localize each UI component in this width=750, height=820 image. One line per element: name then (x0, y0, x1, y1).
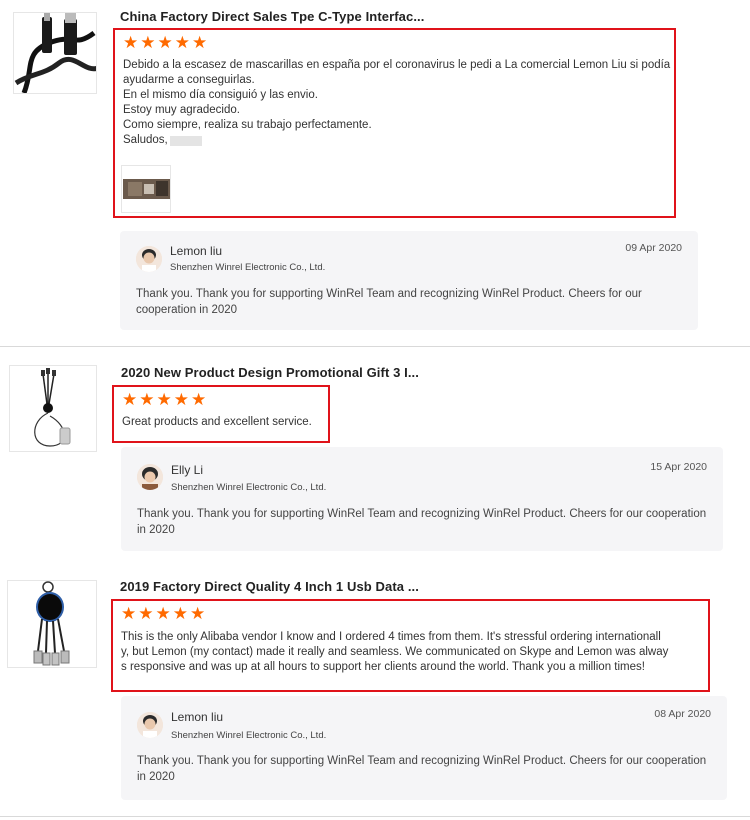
review-content-box: ★ ★ ★ ★ ★ Debido a la escasez de mascari… (113, 28, 676, 218)
avatar (136, 246, 162, 272)
review-photo-image (122, 166, 170, 212)
review-divider (0, 816, 750, 817)
cable-keychain-image (8, 581, 96, 667)
reply-company: Shenzhen Winrel Electronic Co., Ltd. (171, 730, 327, 741)
seller-reply: Lemon liu Shenzhen Winrel Electronic Co.… (120, 231, 698, 330)
reply-author-name: Elly Li (171, 463, 204, 477)
review-text: Debido a la escasez de mascarillas en es… (123, 58, 670, 148)
star-icon: ★ (173, 390, 189, 410)
star-icon: ★ (121, 604, 137, 624)
star-icon: ★ (172, 604, 188, 624)
reply-author-name: Lemon liu (170, 244, 223, 258)
reply-message: Thank you. Thank you for supporting WinR… (137, 755, 707, 783)
redacted-name (169, 135, 202, 146)
cable-keychain-image (10, 366, 96, 451)
product-thumbnail[interactable] (9, 365, 97, 452)
avatar (137, 712, 163, 738)
star-icon: ★ (122, 390, 138, 410)
reply-company: Shenzhen Winrel Electronic Co., Ltd. (171, 482, 327, 493)
product-thumbnail[interactable] (7, 580, 97, 668)
reply-company: Shenzhen Winrel Electronic Co., Ltd. (170, 262, 326, 273)
review-text-line: En el mismo día consiguió y las envio. (123, 89, 318, 101)
seller-reply: Lemon liu Shenzhen Winrel Electronic Co.… (121, 696, 727, 800)
star-icon: ★ (123, 33, 139, 53)
rating-stars: ★ ★ ★ ★ ★ (122, 392, 206, 409)
star-icon: ★ (155, 604, 171, 624)
reply-message: Thank you. Thank you for supporting WinR… (136, 288, 642, 316)
review-text-line: This is the only Alibaba vendor I know a… (121, 631, 661, 643)
review-text: This is the only Alibaba vendor I know a… (121, 630, 668, 675)
review-text-line: Debido a la escasez de mascarillas en es… (123, 59, 671, 71)
avatar (137, 464, 163, 490)
star-icon: ★ (140, 33, 156, 53)
review-text: Great products and excellent service. (122, 415, 312, 430)
product-title[interactable]: 2020 New Product Design Promotional Gift… (121, 365, 419, 380)
review-content-box: ★ ★ ★ ★ ★ Great products and excellent s… (112, 385, 330, 443)
star-icon: ★ (156, 390, 172, 410)
rating-stars: ★ ★ ★ ★ ★ (123, 35, 207, 52)
usb-cable-image (14, 13, 96, 93)
review-text-line: ayudarme a conseguirlas. (123, 74, 255, 86)
review-card: 2019 Factory Direct Quality 4 Inch 1 Usb… (0, 564, 750, 820)
review-text-line: Great products and excellent service. (122, 416, 312, 428)
seller-reply: Elly Li Shenzhen Winrel Electronic Co., … (121, 447, 723, 551)
reply-date: 08 Apr 2020 (654, 708, 711, 720)
review-photo[interactable] (121, 165, 171, 213)
product-thumbnail[interactable] (13, 12, 97, 94)
product-title[interactable]: China Factory Direct Sales Tpe C-Type In… (120, 9, 424, 24)
star-icon: ★ (191, 390, 207, 410)
reply-date: 15 Apr 2020 (650, 461, 707, 473)
product-title[interactable]: 2019 Factory Direct Quality 4 Inch 1 Usb… (120, 579, 419, 594)
review-text-line: y, but Lemon (my contact) made it really… (121, 646, 669, 658)
review-card: 2020 New Product Design Promotional Gift… (0, 347, 750, 564)
reply-date: 09 Apr 2020 (625, 242, 682, 254)
review-card: China Factory Direct Sales Tpe C-Type In… (0, 0, 750, 346)
star-icon: ★ (139, 390, 155, 410)
star-icon: ★ (138, 604, 154, 624)
review-text-line: Saludos, (123, 134, 168, 146)
star-icon: ★ (157, 33, 173, 53)
reply-message: Thank you. Thank you for supporting WinR… (137, 508, 707, 536)
review-text-line: Estoy muy agradecido. (123, 104, 240, 116)
rating-stars: ★ ★ ★ ★ ★ (121, 606, 205, 623)
star-icon: ★ (174, 33, 190, 53)
star-icon: ★ (190, 604, 206, 624)
star-icon: ★ (192, 33, 208, 53)
reply-author-name: Lemon liu (171, 710, 224, 724)
review-text-line: s responsive and was up at all hours to … (121, 661, 645, 673)
review-content-box: ★ ★ ★ ★ ★ This is the only Alibaba vendo… (111, 599, 710, 692)
review-text-line: Como siempre, realiza su trabajo perfect… (123, 119, 372, 131)
